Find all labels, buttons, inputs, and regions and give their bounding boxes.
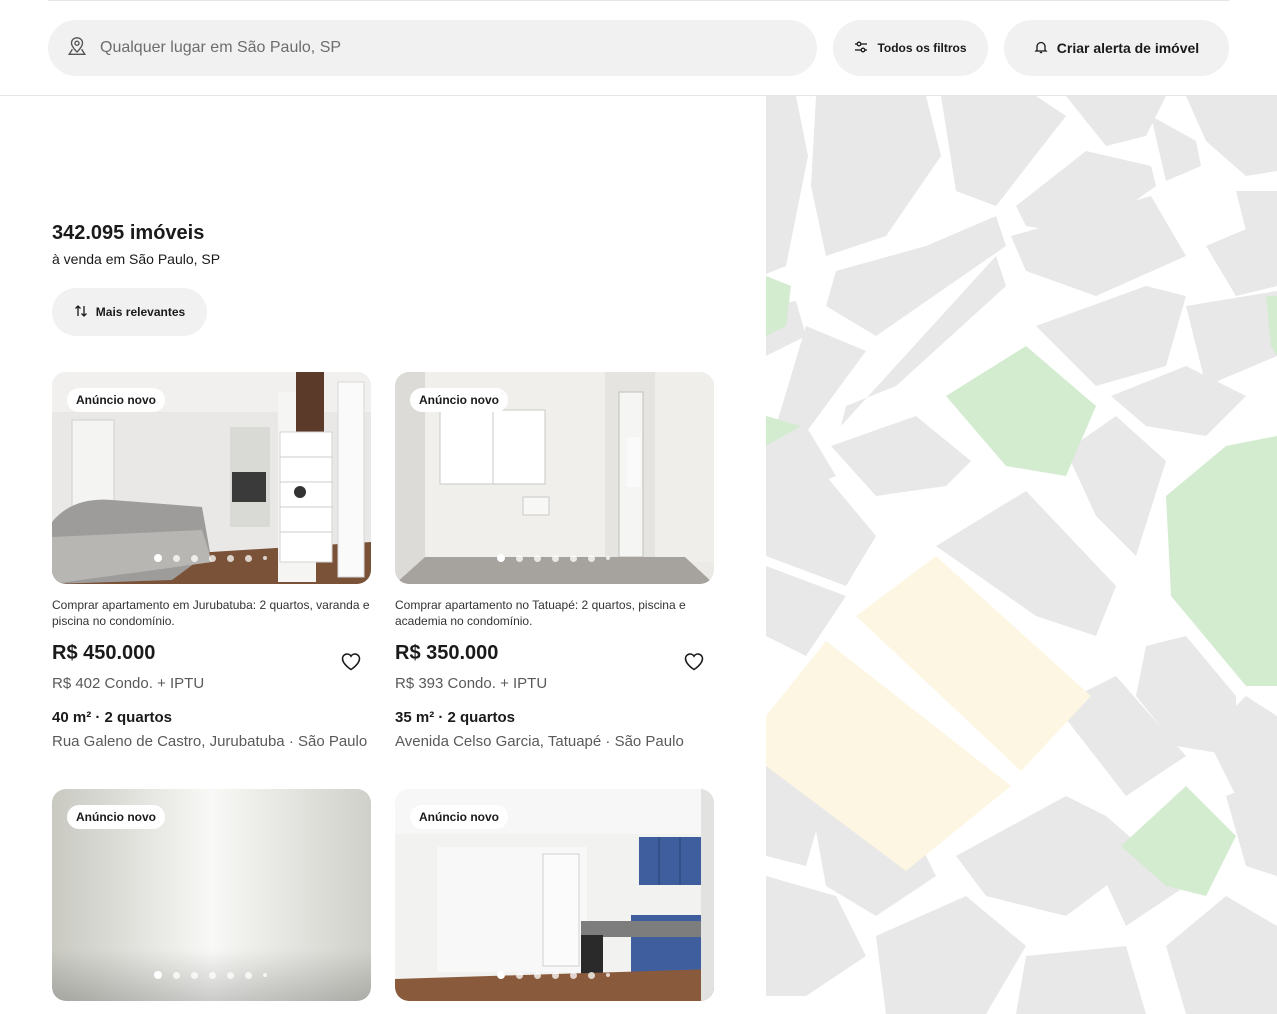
carousel-dot[interactable] <box>173 971 180 979</box>
search-box[interactable] <box>48 20 817 76</box>
carousel-dot[interactable] <box>191 554 198 562</box>
map-canvas[interactable] <box>766 96 1277 1014</box>
top-bar: Todos os filtros Criar alerta de imóvel <box>0 0 1277 96</box>
listing-photo[interactable]: Anúncio novo <box>395 372 714 584</box>
all-filters-button[interactable]: Todos os filtros <box>833 20 988 76</box>
carousel-dot[interactable] <box>588 554 595 562</box>
create-alert-button[interactable]: Criar alerta de imóvel <box>1004 20 1229 76</box>
carousel-dot[interactable] <box>209 554 216 562</box>
carousel-dot[interactable] <box>606 556 610 560</box>
carousel-dot[interactable] <box>154 971 162 979</box>
listing-specs: 35 m² · 2 quartos <box>395 709 516 726</box>
carousel-dot[interactable] <box>497 554 505 562</box>
listing-card[interactable]: Anúncio novo Comprar apartamento em Juru… <box>52 372 371 750</box>
carousel-dot[interactable] <box>497 971 505 979</box>
carousel-dot[interactable] <box>227 554 234 562</box>
sort-label: Mais relevantes <box>95 305 186 319</box>
location-pin-icon <box>66 35 88 62</box>
carousel-dot[interactable] <box>534 971 541 979</box>
carousel-dot[interactable] <box>552 971 559 979</box>
carousel-dot[interactable] <box>606 973 610 977</box>
carousel-dots[interactable] <box>154 971 267 979</box>
all-filters-label: Todos os filtros <box>877 41 967 55</box>
listing-condo-fee: R$ 393 Condo. + IPTU <box>395 675 548 692</box>
map[interactable] <box>766 96 1277 1014</box>
listing-card[interactable]: Anúncio novo Comprar apartamento no Tatu… <box>395 372 714 750</box>
listing-condo-fee: R$ 402 Condo. + IPTU <box>52 675 205 692</box>
carousel-dots[interactable] <box>497 554 610 562</box>
carousel-dot[interactable] <box>154 554 162 562</box>
listing-address: Avenida Celso Garcia, Tatuapé · São Paul… <box>395 733 684 750</box>
carousel-dot[interactable] <box>263 556 267 560</box>
listing-photo[interactable]: Anúncio novo <box>52 372 371 584</box>
sort-arrows-icon <box>74 304 96 321</box>
listing-address: Rua Galeno de Castro, Jurubatuba · São P… <box>52 733 368 750</box>
new-listing-badge: Anúncio novo <box>67 388 165 412</box>
carousel-dots[interactable] <box>497 971 610 979</box>
favorite-heart-icon[interactable] <box>682 649 706 673</box>
listing-description[interactable]: Comprar apartamento em Jurubatuba: 2 qua… <box>52 597 371 629</box>
search-input[interactable] <box>100 39 740 57</box>
sliders-icon <box>854 40 877 57</box>
listing-card[interactable]: Anúncio novo <box>52 789 371 1001</box>
carousel-dot[interactable] <box>245 971 252 979</box>
divider <box>48 0 1229 1</box>
listing-price: R$ 350.000 <box>395 642 499 664</box>
results-location: à venda em São Paulo, SP <box>52 251 221 267</box>
listing-specs: 40 m² · 2 quartos <box>52 709 173 726</box>
bell-icon <box>1034 40 1057 57</box>
sort-button[interactable]: Mais relevantes <box>52 288 207 336</box>
carousel-dot[interactable] <box>588 971 595 979</box>
new-listing-badge: Anúncio novo <box>410 805 508 829</box>
carousel-dot[interactable] <box>227 971 234 979</box>
carousel-dot[interactable] <box>209 971 216 979</box>
new-listing-badge: Anúncio novo <box>67 805 165 829</box>
listing-price: R$ 450.000 <box>52 642 156 664</box>
carousel-dot[interactable] <box>516 971 523 979</box>
carousel-dot[interactable] <box>570 971 577 979</box>
carousel-dot[interactable] <box>534 554 541 562</box>
carousel-dot[interactable] <box>173 554 180 562</box>
new-listing-badge: Anúncio novo <box>410 388 508 412</box>
results-count: 342.095 imóveis <box>52 222 205 244</box>
carousel-dot[interactable] <box>516 554 523 562</box>
carousel-dot[interactable] <box>552 554 559 562</box>
carousel-dots[interactable] <box>154 554 267 562</box>
create-alert-label: Criar alerta de imóvel <box>1056 40 1200 56</box>
listing-photo[interactable]: Anúncio novo <box>52 789 371 1001</box>
listing-photo[interactable]: Anúncio novo <box>395 789 714 1001</box>
carousel-dot[interactable] <box>263 973 267 977</box>
listing-card[interactable]: Anúncio novo <box>395 789 714 1001</box>
carousel-dot[interactable] <box>191 971 198 979</box>
listing-description[interactable]: Comprar apartamento no Tatuapé: 2 quarto… <box>395 597 714 629</box>
carousel-dot[interactable] <box>245 554 252 562</box>
favorite-heart-icon[interactable] <box>339 649 363 673</box>
carousel-dot[interactable] <box>570 554 577 562</box>
